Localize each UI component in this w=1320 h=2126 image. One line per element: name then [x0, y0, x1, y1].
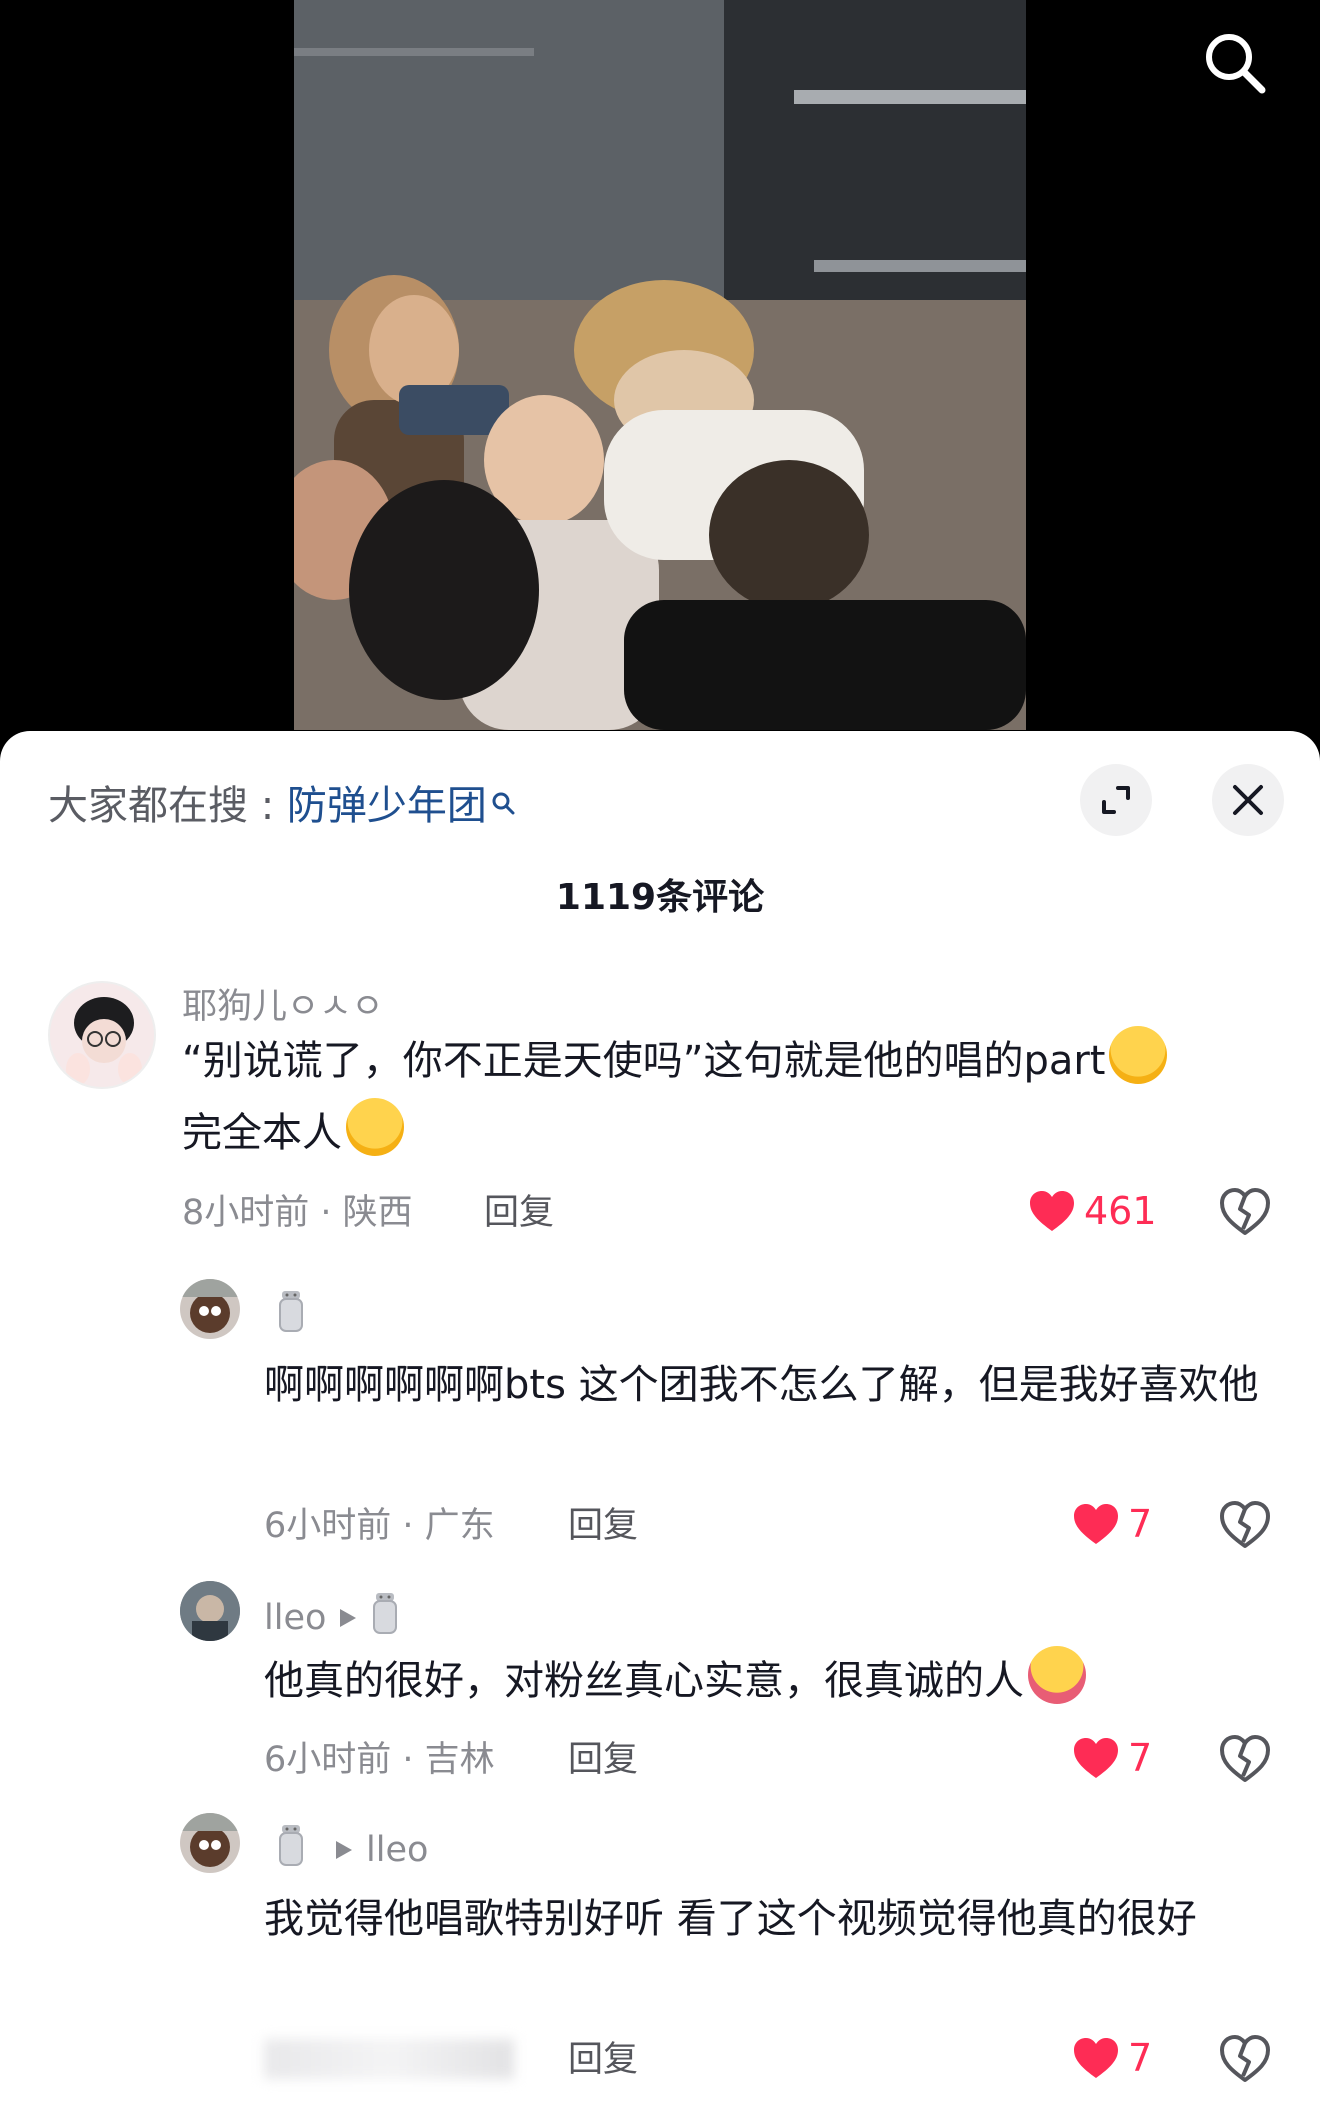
comment-username-row: lleo [264, 1589, 412, 1646]
salt-shaker-icon [276, 1821, 306, 1878]
comment-text-line: “别说谎了，你不正是天使吗”这句就是他的唱的part [182, 1038, 1106, 1084]
dislike-button[interactable] [1219, 1187, 1271, 1237]
reply-button[interactable]: 回复 [568, 1738, 638, 1782]
comment-sheet: 大家都在搜 : 防弹少年团 1119条评论 耶狗儿ㅇㅅㅇ “别说谎了，你不正是天… [0, 731, 1320, 2126]
everyone-searching-prefix: 大家都在搜 : [48, 783, 287, 829]
play-triangle-icon [334, 1828, 354, 1872]
blurred-time-location [264, 2039, 514, 2079]
search-icon [1206, 34, 1266, 94]
hugging-emoji-icon [1028, 1646, 1086, 1704]
like-button[interactable]: 461 [1028, 1189, 1157, 1233]
video-frame[interactable] [294, 0, 1026, 730]
reply-button[interactable]: 回复 [484, 1191, 554, 1235]
broken-heart-icon [1220, 1735, 1270, 1782]
close-button[interactable] [1212, 764, 1284, 836]
expand-icon [1102, 786, 1130, 814]
dislike-button[interactable] [1219, 2034, 1271, 2084]
like-count: 7 [1128, 2036, 1153, 2080]
heart-icon [1074, 1738, 1118, 1778]
video-player[interactable] [0, 0, 1320, 760]
comment-username-row: 耶狗儿ㅇㅅㅇ [182, 985, 396, 1029]
play-triangle-icon [338, 1596, 358, 1640]
comment-username[interactable]: lleo [264, 1596, 326, 1640]
reply-button[interactable]: 回复 [568, 1504, 638, 1548]
broken-heart-icon [1220, 1188, 1270, 1235]
comment-username[interactable]: 耶狗儿ㅇㅅㅇ [182, 985, 384, 1029]
like-count: 7 [1128, 1502, 1153, 1546]
avatar[interactable] [48, 981, 156, 1089]
comment-username-row: lleo [276, 1821, 440, 1878]
comment-username-row [276, 1287, 318, 1344]
avatar[interactable] [180, 1279, 240, 1339]
trending-search-term[interactable]: 防弹少年团 [287, 783, 487, 829]
heart-icon [1030, 1191, 1074, 1231]
like-count: 461 [1084, 1189, 1157, 1233]
crying-emoji-icon [1109, 1026, 1168, 1084]
comment-count-title: 1119条评论 [555, 877, 765, 918]
like-count: 7 [1128, 1736, 1153, 1780]
reply-button[interactable]: 回复 [568, 2038, 638, 2082]
close-icon [1233, 785, 1263, 815]
comment-time-location: 6小时前 · 广东 [264, 1506, 495, 1546]
expand-button[interactable] [1080, 764, 1152, 836]
crying-emoji-icon [346, 1098, 404, 1156]
comment-time-location: 8小时前 · 陕西 [182, 1193, 413, 1233]
sheet-header: 大家都在搜 : 防弹少年团 [0, 731, 1320, 871]
heart-icon [1074, 1504, 1118, 1544]
search-small-icon [491, 779, 517, 829]
reply-to-username[interactable]: lleo [366, 1828, 428, 1872]
heart-icon [1074, 2038, 1118, 2078]
comment-time-location: 6小时前 · 吉林 [264, 1740, 495, 1780]
salt-shaker-icon [370, 1589, 400, 1646]
like-button[interactable]: 7 [1072, 1736, 1152, 1780]
like-button[interactable]: 7 [1072, 1502, 1152, 1546]
avatar[interactable] [180, 1581, 240, 1641]
avatar[interactable] [180, 1813, 240, 1873]
salt-shaker-icon [276, 1287, 306, 1344]
comment-text: 啊啊啊啊啊啊bts 这个团我不怎么了解，但是我好喜欢他 [264, 1362, 1259, 1408]
dislike-button[interactable] [1219, 1734, 1271, 1784]
dislike-button[interactable] [1219, 1500, 1271, 1550]
search-button[interactable] [1200, 28, 1270, 98]
comment-text-line: 他真的很好，对粉丝真心实意，很真诚的人 [264, 1658, 1024, 1704]
comment-text: “别说谎了，你不正是天使吗”这句就是他的唱的part 完全本人 [182, 1025, 1282, 1169]
video-still-image [294, 0, 1026, 730]
everyone-searching-link[interactable]: 大家都在搜 : 防弹少年团 [48, 781, 517, 831]
comment-text: 他真的很好，对粉丝真心实意，很真诚的人 [264, 1645, 1284, 1717]
like-button[interactable]: 7 [1072, 2036, 1152, 2080]
broken-heart-icon [1220, 2035, 1270, 2082]
comment-text: 我觉得他唱歌特别好听 看了这个视频觉得他真的很好 [264, 1896, 1197, 1942]
broken-heart-icon [1220, 1501, 1270, 1548]
comment-text-line: 完全本人 [182, 1110, 342, 1156]
